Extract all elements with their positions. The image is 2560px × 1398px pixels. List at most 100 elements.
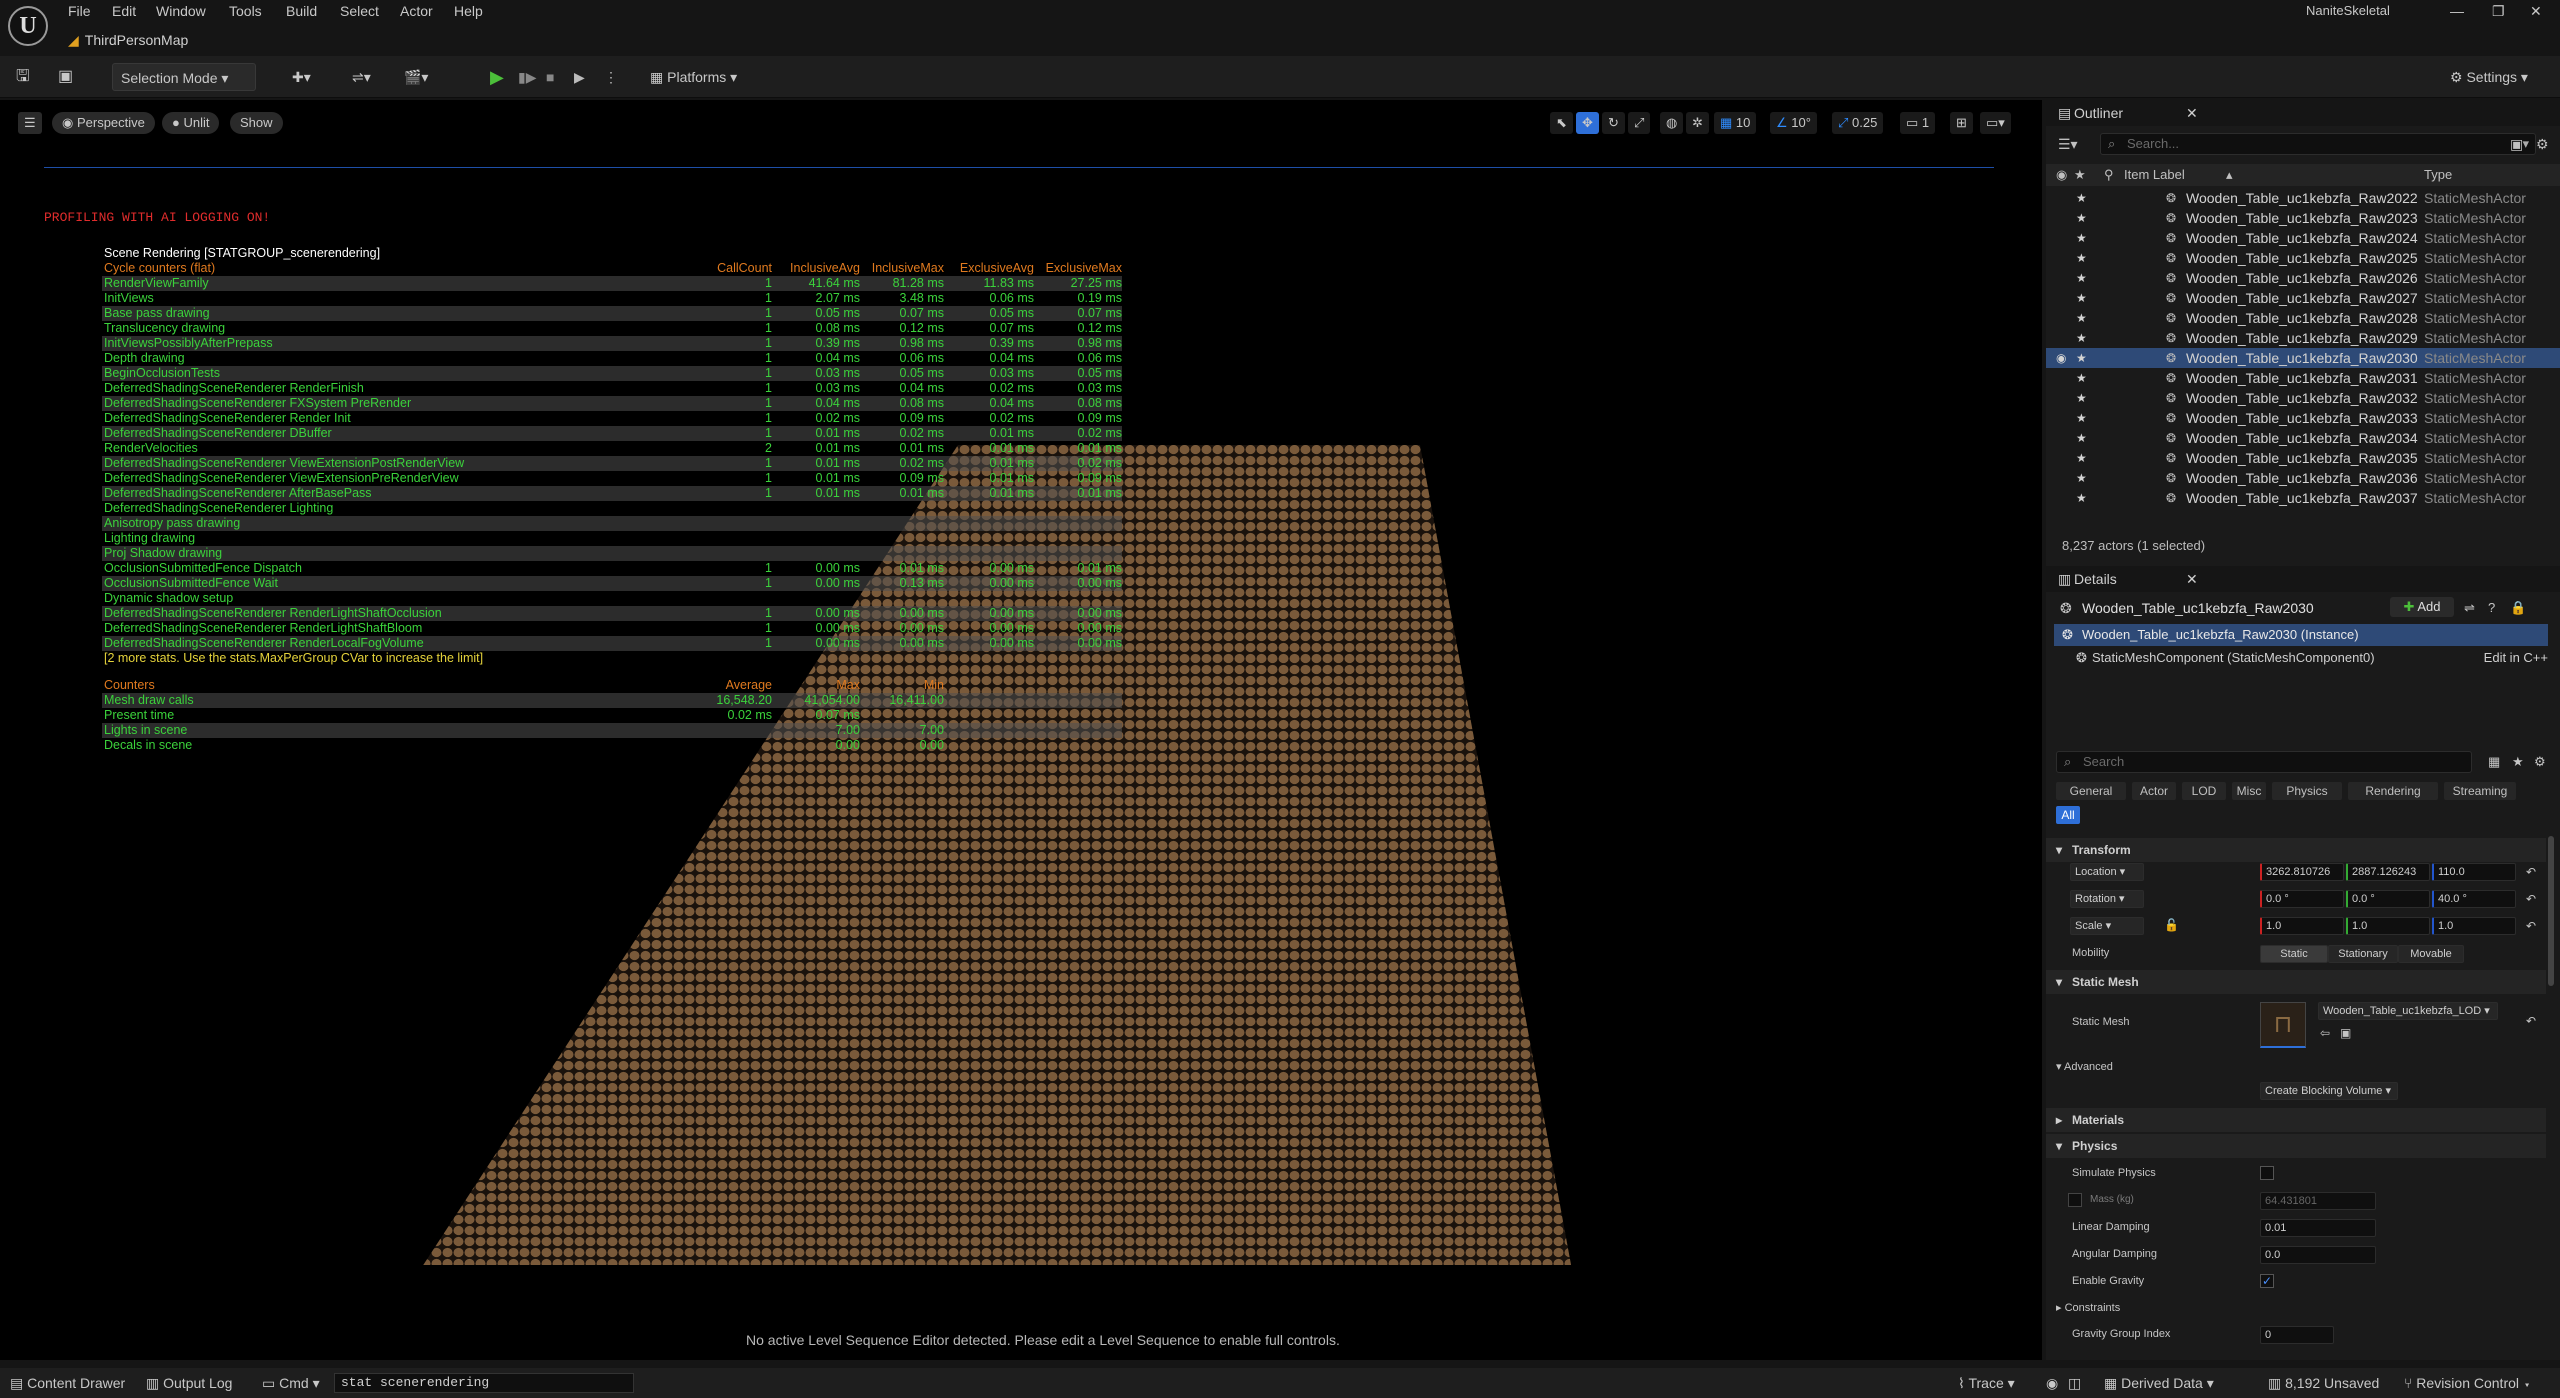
show-button[interactable]: Show <box>230 112 283 134</box>
scale-x[interactable]: 1.0 <box>2260 917 2344 935</box>
content-browser-icon[interactable]: ▣ <box>58 63 73 91</box>
select-tool-icon[interactable]: ⬉ <box>1550 112 1573 134</box>
materials-section[interactable]: ▸ Materials <box>2046 1108 2546 1132</box>
scale-z[interactable]: 1.0 <box>2432 917 2516 935</box>
details-search[interactable]: ⌕ Search <box>2056 751 2472 773</box>
blueprint-convert-icon[interactable]: ⇌ <box>2464 600 2475 616</box>
menu-file[interactable]: File <box>68 0 91 22</box>
console-input[interactable]: stat scenerendering <box>334 1373 634 1393</box>
scale-tool-icon[interactable]: ⤢ <box>1628 112 1651 134</box>
details-scroll-thumb[interactable] <box>2548 836 2554 986</box>
scale-y[interactable]: 1.0 <box>2346 917 2430 935</box>
rotation-y[interactable]: 0.0 ° <box>2346 890 2430 908</box>
outliner-row[interactable]: ★ ❂ Wooden_Table_uc1kebzfa_Raw2024 StaticMe… <box>2046 228 2560 248</box>
selection-mode-dropdown[interactable]: Selection Mode ▾ <box>112 63 256 91</box>
add-folder-icon[interactable]: ▣ <box>2510 136 2523 153</box>
pin-icon[interactable]: ★ <box>2076 228 2087 248</box>
surface-snap-icon[interactable]: ✲ <box>1686 112 1709 134</box>
trace-button[interactable]: ⌇ Trace ▾ <box>1958 1368 2015 1398</box>
location-x[interactable]: 3262.810726 <box>2260 863 2344 881</box>
category-misc[interactable]: Misc <box>2232 782 2266 800</box>
mobility-stationary[interactable]: Stationary <box>2328 945 2398 963</box>
category-all[interactable]: All <box>2056 806 2080 824</box>
gravity-group-field[interactable]: 0 <box>2260 1326 2334 1344</box>
category-rendering[interactable]: Rendering <box>2348 782 2438 800</box>
pin-icon[interactable]: ★ <box>2076 248 2087 268</box>
menu-edit[interactable]: Edit <box>112 0 136 22</box>
help-icon[interactable]: ? <box>2488 600 2495 615</box>
rotation-z[interactable]: 40.0 ° <box>2432 890 2516 908</box>
category-general[interactable]: General <box>2056 782 2126 800</box>
col-item-label[interactable]: Item Label <box>2124 164 2185 186</box>
outliner-row[interactable]: ★ ❂ Wooden_Table_uc1kebzfa_Raw2025 StaticMe… <box>2046 248 2560 268</box>
menu-actor[interactable]: Actor <box>400 0 433 22</box>
outliner-row[interactable]: ★ ❂ Wooden_Table_uc1kebzfa_Raw2026 StaticMe… <box>2046 268 2560 288</box>
pin-icon[interactable]: ★ <box>2076 408 2087 428</box>
pin-icon[interactable]: ★ <box>2076 328 2087 348</box>
reset-mesh-icon[interactable]: ↶ <box>2526 1014 2536 1028</box>
outliner-close-icon[interactable]: ✕ <box>2186 100 2198 126</box>
outliner-row[interactable]: ★ ❂ Wooden_Table_uc1kebzfa_Raw2028 StaticMe… <box>2046 308 2560 328</box>
transform-section[interactable]: ▾ Transform <box>2046 838 2546 862</box>
mass-override-checkbox[interactable] <box>2068 1193 2082 1207</box>
unsaved-button[interactable]: ▥ 8,192 Unsaved <box>2268 1368 2379 1398</box>
category-actor[interactable]: Actor <box>2132 782 2176 800</box>
browse-icon[interactable]: ▣ <box>2340 1026 2351 1040</box>
level-viewport[interactable]: ☰ ◉ Perspective ● Unlit Show ⬉ ✥ ↻ ⤢ ◍ ✲… <box>0 100 2042 1360</box>
category-lod[interactable]: LOD <box>2182 782 2226 800</box>
details-close-icon[interactable]: ✕ <box>2186 566 2198 592</box>
minimize-icon[interactable]: — <box>2450 0 2464 22</box>
scale-snap-toggle[interactable]: ⤢ 0.25 <box>1832 112 1884 134</box>
menu-help[interactable]: Help <box>454 0 483 22</box>
visibility-icon[interactable]: ◉ <box>2056 348 2066 368</box>
static-mesh-section[interactable]: ▾ Static Mesh <box>2046 970 2546 994</box>
mobility-static[interactable]: Static <box>2260 945 2328 963</box>
category-physics[interactable]: Physics <box>2272 782 2342 800</box>
mobility-movable[interactable]: Movable <box>2398 945 2464 963</box>
menu-window[interactable]: Window <box>156 0 206 22</box>
details-settings-icon[interactable]: ⚙ <box>2534 754 2546 770</box>
create-blocking-volume-button[interactable]: Create Blocking Volume ▾ <box>2260 1082 2398 1100</box>
outliner-row[interactable]: ★ ❂ Wooden_Table_uc1kebzfa_Raw2029 StaticMe… <box>2046 328 2560 348</box>
pin-icon[interactable]: ★ <box>2076 208 2087 228</box>
visibility-col-icon[interactable]: ◉ <box>2056 164 2067 186</box>
reset-scale-icon[interactable]: ↶ <box>2526 919 2536 933</box>
platforms-button[interactable]: ▦ Platforms ▾ <box>650 63 737 91</box>
step-icon[interactable]: ▮▶ <box>518 63 536 91</box>
reset-location-icon[interactable]: ↶ <box>2526 865 2536 879</box>
content-drawer-button[interactable]: ▤ Content Drawer <box>10 1368 125 1398</box>
mass-field[interactable]: 64.431801 <box>2260 1192 2376 1210</box>
menu-tools[interactable]: Tools <box>229 0 262 22</box>
details-scrollbar[interactable] <box>2546 836 2556 1336</box>
save-icon[interactable]: 🖫 <box>16 63 30 91</box>
edit-cpp-link[interactable]: Edit in C++ <box>2484 648 2548 668</box>
outliner-row[interactable]: ★ ❂ Wooden_Table_uc1kebzfa_Raw2036 StaticMe… <box>2046 468 2560 488</box>
viewport-menu-icon[interactable]: ☰ <box>18 112 42 134</box>
linear-damping-field[interactable]: 0.01 <box>2260 1219 2376 1237</box>
lock-col-icon[interactable]: ⚲ <box>2104 164 2114 186</box>
actor-name-field[interactable]: Wooden_Table_uc1kebzfa_Raw2030 <box>2082 600 2314 616</box>
scale-dropdown[interactable]: Scale ▾ <box>2070 917 2144 935</box>
outliner-row[interactable]: ◉ ★ ❂ Wooden_Table_uc1kebzfa_Raw2030 StaticM… <box>2046 348 2560 368</box>
restore-icon[interactable]: ❐ <box>2492 0 2505 22</box>
pin-icon[interactable]: ★ <box>2076 468 2087 488</box>
pin-icon[interactable]: ★ <box>2076 428 2087 448</box>
output-log-button[interactable]: ▥ Output Log <box>146 1368 232 1398</box>
lock-icon[interactable]: 🔒 <box>2510 600 2526 616</box>
translate-tool-icon[interactable]: ✥ <box>1576 112 1599 134</box>
details-tab[interactable]: ▥ Details ✕ <box>2046 566 2560 592</box>
use-selected-icon[interactable]: ⇦ <box>2320 1026 2330 1040</box>
eject-icon[interactable]: ▶ <box>574 63 585 91</box>
mesh-thumbnail[interactable]: ⊓ <box>2260 1002 2306 1048</box>
scale-lock-icon[interactable]: 🔓 <box>2164 918 2179 932</box>
cinematics-icon[interactable]: 🎬▾ <box>404 63 428 91</box>
settings-button[interactable]: ⚙ Settings ▾ <box>2450 63 2528 91</box>
outliner-row[interactable]: ★ ❂ Wooden_Table_uc1kebzfa_Raw2031 StaticMe… <box>2046 368 2560 388</box>
revision-control-button[interactable]: ⑂ Revision Control ▾ <box>2404 1368 2531 1398</box>
enable-gravity-checkbox[interactable]: ✓ <box>2260 1274 2274 1288</box>
grid-snap-toggle[interactable]: ▦ 10 <box>1714 112 1757 134</box>
screenshot-icon[interactable]: ◫ <box>2068 1368 2081 1398</box>
outliner-settings-icon[interactable]: ⚙ <box>2536 136 2549 153</box>
filter-icon[interactable]: ☰▾ <box>2058 136 2078 153</box>
angular-damping-field[interactable]: 0.0 <box>2260 1246 2376 1264</box>
